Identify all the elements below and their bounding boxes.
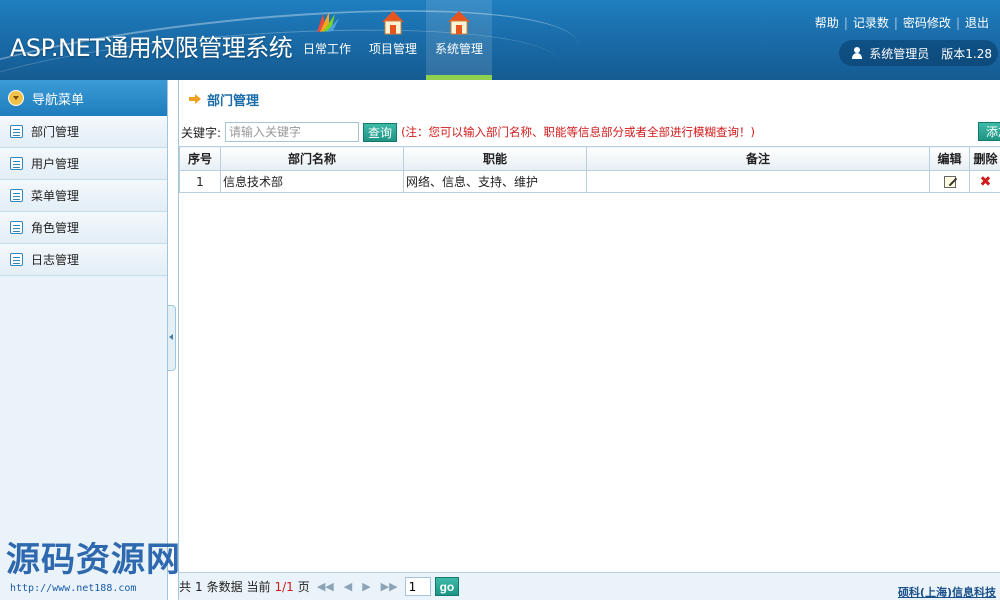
user-info: 系统管理员 版本1.28 — [839, 40, 998, 66]
nav-label: 日常工作 — [302, 42, 351, 56]
column-header: 删除 — [969, 146, 1000, 171]
pager-mid: 条数据 当前 — [206, 580, 271, 594]
house-icon — [448, 11, 470, 35]
user-name: 系统管理员 — [869, 46, 930, 61]
list-icon — [10, 125, 23, 138]
page-number-input[interactable] — [404, 577, 431, 596]
cell-index: 1 — [179, 170, 221, 193]
list-icon — [10, 157, 23, 170]
sidebar-item-label: 角色管理 — [31, 221, 80, 235]
table-row[interactable]: 1 信息技术部 网络、信息、支持、维护 ✖ — [179, 170, 1000, 193]
column-header: 编辑 — [929, 146, 970, 171]
grid-frame — [179, 146, 1000, 572]
cell-edit — [929, 170, 970, 193]
sidebar-item-label: 部门管理 — [31, 125, 80, 139]
pager-suffix: 页 — [297, 580, 310, 594]
sidebar-item-roles[interactable]: 角色管理 — [0, 212, 167, 244]
list-icon — [10, 253, 23, 266]
house-icon — [382, 11, 404, 35]
cell-function: 网络、信息、支持、维护 — [403, 170, 587, 193]
sidebar-item-label: 菜单管理 — [31, 189, 80, 203]
breadcrumb: 部门管理 — [179, 80, 1000, 118]
sidebar-item-menus[interactable]: 菜单管理 — [0, 180, 167, 212]
next-page-icon[interactable]: ▶ — [359, 580, 373, 593]
table-header-row: 序号 部门名称 职能 备注 编辑 删除 — [179, 146, 1000, 171]
pager-total: 1 — [195, 579, 203, 594]
sidebar-item-department[interactable]: 部门管理 — [0, 116, 167, 148]
prev-page-icon[interactable]: ◀ — [341, 580, 355, 593]
list-icon — [10, 189, 23, 202]
top-nav: 日常工作 项目管理 系统管理 — [294, 0, 492, 80]
record-count-link[interactable]: 记录数 — [848, 14, 894, 31]
user-icon — [851, 47, 863, 59]
sidebar-title: 导航菜单 — [32, 92, 85, 108]
column-header[interactable]: 职能 — [403, 146, 587, 171]
last-page-icon[interactable]: ▶▶ — [378, 580, 401, 593]
sidebar: 导航菜单 部门管理 用户管理 菜单管理 角色管理 日志管理 — [0, 80, 168, 600]
nav-item-system-management[interactable]: 系统管理 — [426, 0, 492, 80]
nav-label: 系统管理 — [434, 42, 483, 56]
nav-item-project-management[interactable]: 项目管理 — [360, 0, 426, 80]
search-bar: 关键字: 查询 (注：您可以输入部门名称、职能等信息部分或者全部进行模糊查询！) — [181, 121, 755, 143]
app-title: ASP.NET通用权限管理系统 — [10, 34, 293, 62]
sidebar-item-label: 用户管理 — [31, 157, 80, 171]
go-button[interactable]: go — [434, 577, 460, 596]
search-label: 关键字: — [181, 125, 222, 140]
arrow-right-icon — [189, 94, 201, 104]
top-header: ASP.NET通用权限管理系统 日常工作 项目管理 系统管理 帮助 | 记录数 … — [0, 0, 1000, 80]
add-button-wrap: 添加 — [978, 122, 1000, 141]
company-link[interactable]: 硕科(上海)信息科技 — [898, 584, 996, 600]
list-icon — [10, 221, 23, 234]
nav-label: 项目管理 — [368, 42, 417, 56]
cell-remark — [586, 170, 930, 193]
department-table: 序号 部门名称 职能 备注 编辑 删除 1 信息技术部 网络、信息、支持、维护 … — [179, 146, 1000, 193]
column-header[interactable]: 序号 — [179, 146, 221, 171]
column-header[interactable]: 部门名称 — [220, 146, 404, 171]
search-note: (注：您可以输入部门名称、职能等信息部分或者全部进行模糊查询！) — [401, 125, 756, 139]
search-input[interactable] — [225, 122, 360, 142]
sidebar-header[interactable]: 导航菜单 — [0, 80, 167, 116]
cell-department-name: 信息技术部 — [220, 170, 404, 193]
color-fan-icon — [317, 12, 339, 32]
search-button[interactable]: 查询 — [363, 122, 398, 142]
main-content: 部门管理 关键字: 查询 (注：您可以输入部门名称、职能等信息部分或者全部进行模… — [178, 80, 1000, 600]
sidebar-item-logs[interactable]: 日志管理 — [0, 244, 167, 276]
pager-current: 1/1 — [274, 579, 294, 594]
watermark-text: 源码资源网 — [6, 540, 181, 580]
nav-item-daily-work[interactable]: 日常工作 — [294, 0, 360, 80]
top-links: 帮助 | 记录数 | 密码修改 | 退出 — [810, 14, 994, 31]
cell-delete: ✖ — [969, 170, 1000, 193]
version-label: 版本1.28 — [941, 46, 992, 61]
delete-icon[interactable]: ✖ — [980, 174, 992, 190]
change-password-link[interactable]: 密码修改 — [898, 14, 956, 31]
add-button[interactable]: 添加 — [978, 122, 1000, 141]
sidebar-item-users[interactable]: 用户管理 — [0, 148, 167, 180]
sidebar-collapse-handle[interactable] — [168, 305, 176, 371]
page-title: 部门管理 — [207, 93, 260, 109]
watermark-url: http://www.net188.com — [10, 583, 137, 594]
first-page-icon[interactable]: ◀◀ — [314, 580, 337, 593]
help-link[interactable]: 帮助 — [810, 14, 844, 31]
chevron-down-icon — [8, 90, 24, 106]
edit-icon[interactable] — [943, 176, 956, 188]
logout-link[interactable]: 退出 — [960, 14, 994, 31]
column-header[interactable]: 备注 — [586, 146, 930, 171]
pagination-bar: 共1条数据 当前1/1页 ◀◀ ◀ ▶ ▶▶ go — [179, 572, 1000, 600]
sidebar-item-label: 日志管理 — [31, 253, 80, 267]
